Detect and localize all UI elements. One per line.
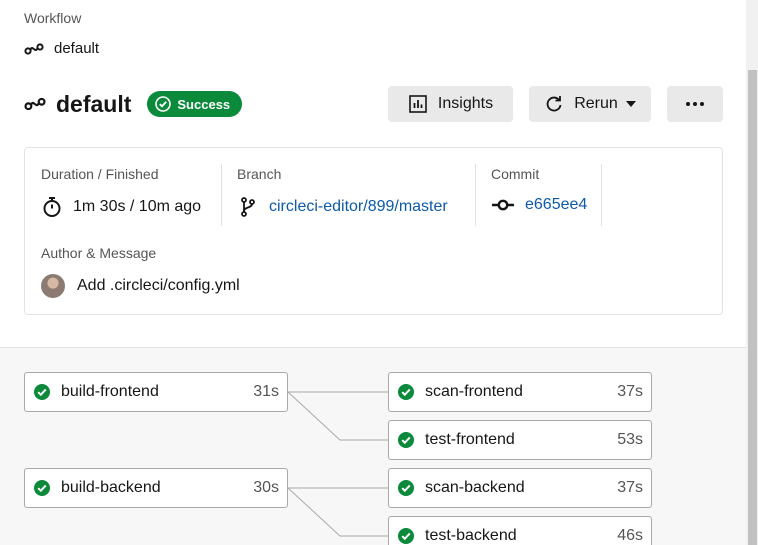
breadcrumb-label: Workflow [24, 10, 82, 26]
page-title: default [56, 90, 132, 117]
branch-value[interactable]: circleci-editor/899/master [237, 196, 448, 218]
job-duration: 37s [617, 479, 643, 496]
workflow-icon [24, 42, 44, 55]
job-scan-frontend[interactable]: scan-frontend 37s [388, 372, 652, 412]
job-name: build-frontend [61, 383, 159, 400]
commit-message: Add .circleci/config.yml [41, 274, 240, 298]
check-circle-icon [155, 96, 172, 112]
check-circle-icon [398, 384, 414, 400]
job-scan-backend[interactable]: scan-backend 37s [388, 468, 652, 508]
workflow-icon [24, 97, 46, 111]
insights-label: Insights [437, 95, 494, 112]
divider [601, 164, 602, 226]
job-build-backend[interactable]: build-backend 30s [24, 468, 288, 508]
duration-text: 1m 30s / 10m ago [73, 198, 202, 215]
author-label: Author & Message [41, 245, 157, 261]
breadcrumb-workflow-name: default [54, 40, 100, 57]
check-circle-icon [34, 384, 50, 400]
job-name: test-frontend [425, 431, 515, 448]
job-duration: 31s [253, 383, 279, 400]
job-test-frontend[interactable]: test-frontend 53s [388, 420, 652, 460]
workflow-graph: build-frontend 31s scan-frontend 37s tes… [0, 347, 746, 545]
commit-link[interactable]: e665ee4 [525, 196, 587, 214]
job-name: test-backend [425, 527, 517, 544]
check-circle-icon [398, 480, 414, 496]
rerun-button[interactable]: Rerun [529, 86, 651, 122]
divider [475, 164, 476, 226]
job-duration: 46s [617, 527, 643, 544]
duration-label: Duration / Finished [41, 166, 159, 182]
job-name: build-backend [61, 479, 161, 496]
breadcrumb[interactable]: default [24, 40, 99, 57]
stopwatch-icon [43, 197, 61, 217]
commit-value[interactable]: e665ee4 [491, 196, 587, 214]
scrollbar-thumb[interactable] [748, 70, 757, 545]
job-duration: 53s [617, 431, 643, 448]
more-options-button[interactable] [667, 86, 723, 122]
job-build-frontend[interactable]: build-frontend 31s [24, 372, 288, 412]
insights-button[interactable]: Insights [388, 86, 513, 122]
rerun-label: Rerun [574, 95, 618, 112]
status-text: Success [177, 96, 231, 112]
check-circle-icon [398, 432, 414, 448]
ellipsis-icon [686, 102, 704, 106]
job-test-backend[interactable]: test-backend 46s [388, 516, 652, 545]
divider [221, 164, 222, 226]
git-branch-icon [241, 197, 255, 217]
job-name: scan-backend [425, 479, 525, 496]
check-circle-icon [34, 480, 50, 496]
page-header: default Success [24, 86, 243, 122]
chevron-down-icon [625, 101, 636, 107]
bar-chart-icon [409, 95, 427, 113]
refresh-icon [546, 96, 562, 112]
job-duration: 37s [617, 383, 643, 400]
commit-label: Commit [491, 166, 540, 182]
avatar [41, 274, 65, 298]
job-name: scan-frontend [425, 383, 523, 400]
commit-message-text: Add .circleci/config.yml [77, 277, 240, 294]
workflow-details-card: Duration / Finished 1m 30s / 10m ago Bra… [24, 147, 723, 315]
status-badge: Success [147, 91, 243, 117]
branch-label: Branch [237, 166, 282, 182]
duration-value: 1m 30s / 10m ago [41, 196, 201, 218]
git-commit-icon [492, 199, 514, 211]
job-duration: 30s [253, 479, 279, 496]
branch-link[interactable]: circleci-editor/899/master [269, 198, 448, 216]
check-circle-icon [398, 528, 414, 544]
